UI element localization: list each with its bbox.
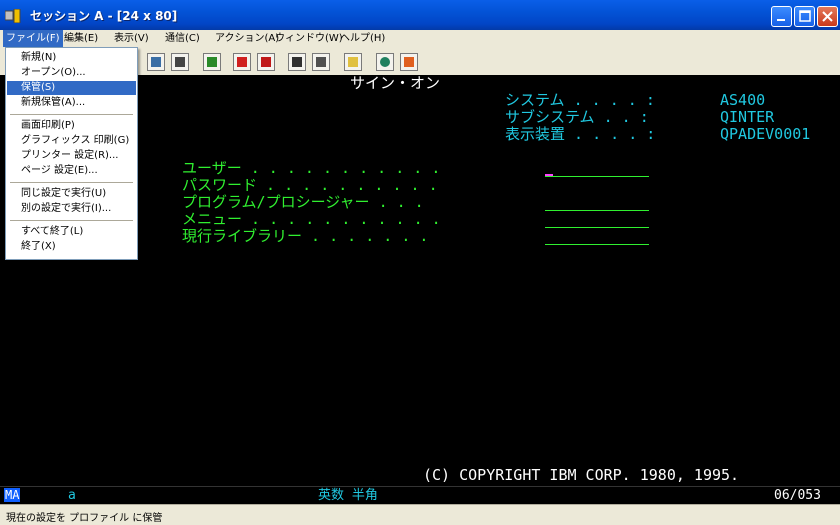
device-label: 表示装置 . . . . : — [505, 125, 656, 143]
receive-icon[interactable] — [257, 53, 275, 71]
menu-separator — [10, 182, 133, 183]
screen-icon[interactable] — [203, 53, 221, 71]
menu-label: メニュー . . . . . . . . . . . — [182, 210, 441, 228]
system-label: システム . . . . : — [505, 91, 655, 109]
minimize-button[interactable] — [771, 6, 792, 27]
user-label: ユーザー . . . . . . . . . . . — [182, 159, 441, 177]
user-input[interactable] — [545, 176, 649, 177]
menu-item-run-same[interactable]: 同じ設定で実行(U) — [7, 187, 136, 201]
copyright-text: (C) COPYRIGHT IBM CORP. 1980, 1995. — [423, 466, 740, 484]
macro-play-icon[interactable] — [312, 53, 330, 71]
password-label: パスワード . . . . . . . . . . — [182, 176, 438, 194]
file-menu-dropdown: 新規(N) オープン(O)... 保管(S) 新規保管(A)... 画面印刷(P… — [5, 47, 138, 260]
menu-file[interactable]: ファイル(F) — [3, 30, 63, 47]
menu-communication[interactable]: 通信(C) — [162, 30, 203, 47]
macro-record-icon[interactable] — [288, 53, 306, 71]
edit-icon[interactable] — [400, 53, 418, 71]
menu-item-page-setup[interactable]: ページ 設定(E)... — [7, 164, 136, 178]
menu-input[interactable] — [545, 227, 649, 228]
menu-edit[interactable]: 編集(E) — [61, 30, 101, 47]
status-bar: 現在の設定を プロファイル に保管 — [0, 504, 840, 525]
close-button[interactable] — [817, 6, 838, 27]
menu-item-exit[interactable]: 終了(X) — [7, 240, 136, 254]
subsystem-value: QINTER — [720, 108, 775, 126]
system-value: AS400 — [720, 91, 766, 109]
menu-item-save-as[interactable]: 新規保管(A)... — [7, 96, 136, 110]
subsystem-label: サブシステム . . : — [505, 108, 649, 126]
title-bar[interactable]: セッション A - [24 x 80] — [0, 0, 840, 30]
menu-help[interactable]: ヘルプ(H) — [337, 30, 388, 47]
menu-item-printer-setup[interactable]: プリンター 設定(R)... — [7, 149, 136, 163]
window-title: セッション A - [24 x 80] — [30, 9, 178, 23]
send-icon[interactable] — [233, 53, 251, 71]
display-icon[interactable] — [344, 53, 362, 71]
oia-indicator: MA — [4, 488, 21, 502]
copy-icon[interactable] — [147, 53, 165, 71]
oia-cursor-position: 06/053 — [774, 488, 821, 503]
menu-item-print-screen[interactable]: 画面印刷(P) — [7, 119, 136, 133]
menu-view[interactable]: 表示(V) — [111, 30, 152, 47]
menu-item-print-graphics[interactable]: グラフィックス 印刷(G) — [7, 134, 136, 148]
oia-input-mode: 英数 半角 — [318, 488, 378, 503]
emulator-window: セッション A - [24 x 80] ファイル(F) 編集(E) 表示(V) … — [0, 0, 840, 525]
menu-item-open[interactable]: オープン(O)... — [7, 66, 136, 80]
menu-window[interactable]: ウィンドウ(W) — [272, 30, 346, 47]
menu-separator — [10, 114, 133, 115]
operator-info-area: MA a 英数 半角 06/053 — [0, 486, 840, 504]
oia-session: a — [68, 488, 76, 503]
menu-item-save[interactable]: 保管(S) — [7, 81, 136, 95]
menu-item-run-other[interactable]: 別の設定で実行(I)... — [7, 202, 136, 216]
password-input[interactable] — [545, 193, 649, 194]
program-label: プログラム/プロシージャー . . . — [182, 193, 424, 211]
menu-bar: ファイル(F) 編集(E) 表示(V) 通信(C) アクション(A) ウィンドウ… — [0, 30, 840, 47]
status-text: 現在の設定を プロファイル に保管 — [6, 513, 163, 524]
app-icon[interactable] — [4, 8, 21, 24]
device-value: QPADEV0001 — [720, 125, 811, 143]
screen-title: サイン・オン — [350, 74, 441, 92]
maximize-button[interactable] — [794, 6, 815, 27]
library-label: 現行ライブラリー . . . . . . . — [182, 227, 429, 245]
paste-icon[interactable] — [171, 53, 189, 71]
menu-item-new[interactable]: 新規(N) — [7, 51, 136, 65]
menu-separator — [10, 220, 133, 221]
menu-item-exit-all[interactable]: すべて終了(L) — [7, 225, 136, 239]
library-input[interactable] — [545, 244, 649, 245]
program-input[interactable] — [545, 210, 649, 211]
web-icon[interactable] — [376, 53, 394, 71]
